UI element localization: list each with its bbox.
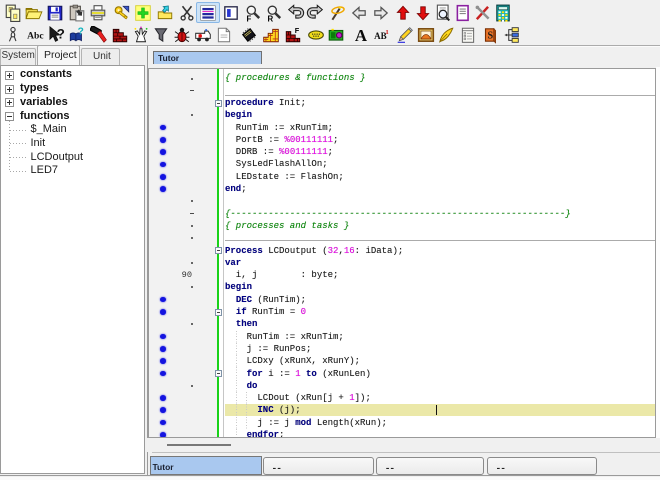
svg-text:Abc: Abc: [27, 30, 43, 41]
svg-text:?: ?: [57, 26, 65, 41]
svg-text:F: F: [295, 26, 300, 35]
svg-text:A: A: [355, 26, 368, 44]
svg-text:F: F: [246, 14, 251, 22]
svg-text:R: R: [267, 14, 273, 22]
svg-text:?: ?: [78, 26, 84, 37]
svg-text:S: S: [487, 30, 493, 41]
svg-text:1: 1: [386, 28, 390, 35]
